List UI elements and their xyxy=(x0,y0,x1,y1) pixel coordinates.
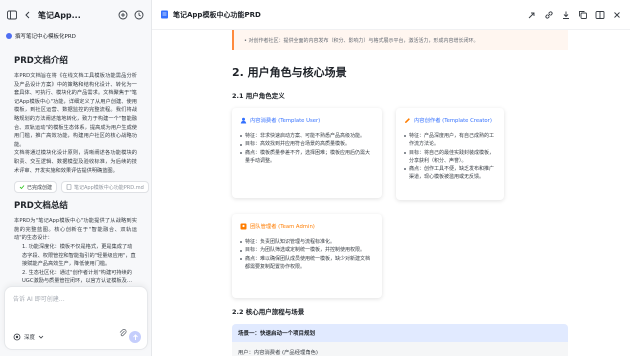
summary-list: 1. 功能深度化：模板不仅是格式，更是集成了动态字段、权限管控和智能指引的"轻量… xyxy=(14,243,137,286)
list-item: 特征：负责团队知识管理与流程标准化。 xyxy=(240,238,374,246)
document-header: 笔记App模板中心功能PRD xyxy=(152,0,630,30)
team-icon xyxy=(240,223,247,229)
intro-paragraph: 本PRD文档旨在将《在线文档工具模板功能需品分析及产品设计方案》中的策略和结构化… xyxy=(14,73,137,148)
download-icon[interactable] xyxy=(561,5,571,24)
document-title: 笔记App模板中心功能PRD xyxy=(160,10,521,20)
list-item: 痛点：模板质量参差不齐，选择困难；模板应用后仍需大量手动调整。 xyxy=(240,149,374,166)
copy-icon[interactable] xyxy=(578,5,588,24)
list-item: 痛点：创作工具不便，缺乏发布和推广渠道，现心模板被滥用或无反馈。 xyxy=(404,165,496,182)
list-item: 特征：产品深度用户，有自己成熟的工作流方法论。 xyxy=(404,132,496,149)
user-avatar xyxy=(6,33,12,39)
scene-block: 场景一：快速启动一个项目规划 用户：内容消费者 (产品经理角色) xyxy=(232,324,568,356)
file-chips: 已完成创建 笔记App模板中心功能PRD.md xyxy=(14,181,149,194)
section-heading-intro: PRD文档介绍 xyxy=(14,56,68,66)
role-card-title: 内容消费者 (Template User) xyxy=(240,116,374,124)
section-heading-summary: PRD文档总结 xyxy=(14,201,68,212)
depth-icon xyxy=(13,333,21,341)
user-icon xyxy=(240,117,247,123)
pen-icon xyxy=(405,117,410,123)
created-chip: 已完成创建 xyxy=(14,181,58,194)
chat-header: 笔记App... xyxy=(0,0,151,30)
list-item: 目标：高效找到并应用符合场景的高质量模板。 xyxy=(240,140,374,148)
chat-panel: 笔记App... 撰写笔记中心模板化PRD PRD文档介绍 本PRD文档旨在将《… xyxy=(0,0,152,356)
role-cards-row: 内容消费者 (Template User) 特征：非求快速启动方案、可能不熟悉产… xyxy=(232,108,568,200)
sidebar-toggle-icon[interactable] xyxy=(6,9,18,21)
file-icon xyxy=(66,184,72,190)
document-body: • 对创作者社区：提供全面的内容发布（积分、影响力）与格式展示平台，激活活力，形… xyxy=(232,30,568,356)
role-card-creator: 内容创作者 (Template Creator) 特征：产品深度用户，有自己成熟… xyxy=(396,108,504,200)
document-icon xyxy=(161,10,168,19)
chat-input-box[interactable]: 告诉 AI 即可创建… 深度 xyxy=(4,286,148,350)
link-icon[interactable] xyxy=(544,5,554,24)
user-message-text: 撰写笔记中心模板化PRD xyxy=(15,34,76,40)
scene-body: 用户：内容消费者 (产品经理角色) xyxy=(238,350,318,356)
summary-paragraph: 本PRD为"笔记App模板中心"功能提供了从战略到实施的完整蓝图。核心创新在于"… xyxy=(14,218,137,242)
subheading-role-definition: 2.1 用户角色定义 xyxy=(232,92,285,100)
depth-toggle[interactable]: 深度 xyxy=(13,331,44,343)
list-item: 2. 生态社区化：通过"创作者计划"构建可持续的UGC激励与质量管控闭环，以官方… xyxy=(22,269,133,285)
chevron-down-icon xyxy=(38,335,44,339)
chat-title: 笔记App... xyxy=(38,10,81,20)
share-icon[interactable] xyxy=(527,5,537,24)
role-card-user: 内容消费者 (Template User) 特征：非求快速启动方案、可能不熟悉产… xyxy=(232,108,382,198)
list-item: 痛点：难以确保团队成员使用统一模板，缺少对新建文档都需要复制配置协作权限。 xyxy=(240,255,374,272)
scene-title: 场景一：快速启动一个项目规划 xyxy=(232,324,568,342)
role-card-admin: 团队管理者 (Team Admin) 特征：负责团队知识管理与流程标准化。 目标… xyxy=(232,214,382,298)
list-item: 目标：将自己的最佳实践封装成模板，分享获利（积分、声誉）。 xyxy=(404,149,496,166)
section-heading-roles: 2. 用户角色与核心场景 xyxy=(232,66,347,79)
role-card-title: 团队管理者 (Team Admin) xyxy=(240,222,374,230)
history-icon[interactable] xyxy=(133,9,145,21)
check-icon xyxy=(19,185,25,190)
callout-block: • 对创作者社区：提供全面的内容发布（积分、影响力）与格式展示平台，激活活力，形… xyxy=(232,30,568,50)
list-item: 特征：非求快速启动方案、可能不熟悉产品高级功能。 xyxy=(240,132,374,140)
intro-paragraph-2: 文档将通过模块化设计原则，清晰阐述各功能模块的职责、交互逻辑、数据模型及验收标准… xyxy=(14,150,137,174)
arrow-up-icon xyxy=(132,333,138,340)
subheading-user-journey: 2.2 核心用户旅程与场景 xyxy=(232,308,305,316)
chevron-left-icon[interactable] xyxy=(22,9,34,21)
new-chat-icon[interactable] xyxy=(117,9,129,21)
document-actions xyxy=(527,5,622,24)
list-item: 目标：为团队筛选或定制统一模板，并控制使用权限。 xyxy=(240,246,374,254)
split-view-icon[interactable] xyxy=(595,5,605,24)
role-card-title: 内容创作者 (Template Creator) xyxy=(404,116,496,124)
assistant-response: PRD文档介绍 本PRD文档旨在将《在线文档工具模板功能需品分析及产品设计方案》… xyxy=(0,42,151,286)
send-button[interactable] xyxy=(129,331,141,343)
file-chip[interactable]: 笔记App模板中心功能PRD.md xyxy=(61,181,149,194)
chat-input-placeholder: 告诉 AI 即可创建… xyxy=(13,296,65,303)
user-message: 撰写笔记中心模板化PRD xyxy=(6,30,145,42)
close-icon[interactable] xyxy=(612,5,622,24)
list-item: 1. 功能深度化：模板不仅是格式，更是集成了动态字段、权限管控和智能指引的"轻量… xyxy=(22,243,136,268)
document-panel: 笔记App模板中心功能PRD • 对创作者社区：提供全面的内容发布（积分、影响力… xyxy=(152,0,630,356)
attach-icon[interactable] xyxy=(119,322,127,341)
